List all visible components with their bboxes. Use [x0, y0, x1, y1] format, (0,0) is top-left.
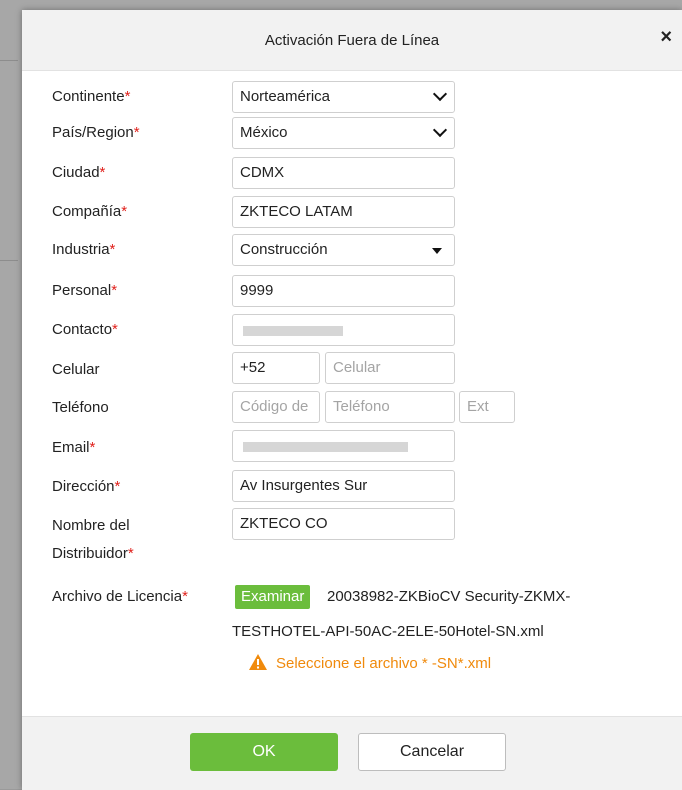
dialog-footer: OK Cancelar	[22, 716, 682, 790]
offline-activation-dialog: Activación Fuera de Línea × Continente* …	[22, 10, 682, 790]
email-input[interactable]	[232, 430, 455, 462]
caret-down-icon	[432, 248, 442, 254]
contact-input[interactable]	[232, 314, 455, 346]
mobile-label: Celular	[52, 361, 100, 378]
distributor-input[interactable]: ZKTECO CO	[232, 508, 455, 540]
dialog-title: Activación Fuera de Línea	[264, 32, 440, 49]
backdrop-divider	[0, 260, 18, 261]
warning-icon	[249, 654, 267, 670]
warning-text: Seleccione el archivo * -SN*.xml	[276, 655, 492, 672]
file-warning: Seleccione el archivo * -SN*.xml	[248, 653, 491, 672]
license-file-label: Archivo de Licencia*	[52, 588, 188, 605]
mobile-code-input[interactable]: +52	[232, 352, 320, 384]
distributor-label-line1: Nombre del	[52, 517, 130, 534]
close-icon[interactable]: ×	[660, 27, 672, 47]
license-file-name: 20038982-ZKBioCV Security-ZKMX-	[327, 588, 571, 605]
personnel-label: Personal*	[52, 282, 118, 299]
country-label: País/Region*	[52, 124, 140, 141]
phone-number-input[interactable]: Teléfono	[325, 391, 455, 423]
company-input[interactable]: ZKTECO LATAM	[232, 196, 455, 228]
license-file-name-cont: TESTHOTEL-API-50AC-2ELE-50Hotel-SN.xml	[232, 623, 544, 640]
country-select[interactable]: México	[232, 117, 455, 149]
personnel-input[interactable]: 9999	[232, 275, 455, 307]
chevron-down-icon	[432, 86, 448, 102]
contact-label: Contacto*	[52, 321, 118, 338]
redacted-value	[243, 442, 408, 452]
cancel-button[interactable]: Cancelar	[358, 733, 506, 771]
company-label: Compañía*	[52, 203, 128, 220]
city-label: Ciudad*	[52, 164, 106, 181]
phone-area-code-input[interactable]: Código de	[232, 391, 320, 423]
distributor-label-line2: Distribuidor*	[52, 545, 134, 562]
backdrop-divider	[0, 60, 18, 61]
email-label: Email*	[52, 439, 96, 456]
ok-button[interactable]: OK	[190, 733, 338, 771]
continent-select[interactable]: Norteamérica	[232, 81, 455, 113]
redacted-value	[243, 326, 343, 336]
mobile-number-input[interactable]: Celular	[325, 352, 455, 384]
phone-label: Teléfono	[52, 399, 109, 416]
city-input[interactable]: CDMX	[232, 157, 455, 189]
address-label: Dirección*	[52, 478, 121, 495]
dialog-header: Activación Fuera de Línea ×	[22, 10, 682, 71]
chevron-down-icon	[432, 122, 448, 138]
continent-label: Continente*	[52, 88, 131, 105]
industry-select[interactable]: Construcción	[232, 234, 455, 266]
industry-label: Industria*	[52, 241, 116, 258]
browse-button[interactable]: Examinar	[235, 585, 311, 609]
address-input[interactable]: Av Insurgentes Sur	[232, 470, 455, 502]
phone-ext-input[interactable]: Ext	[459, 391, 515, 423]
